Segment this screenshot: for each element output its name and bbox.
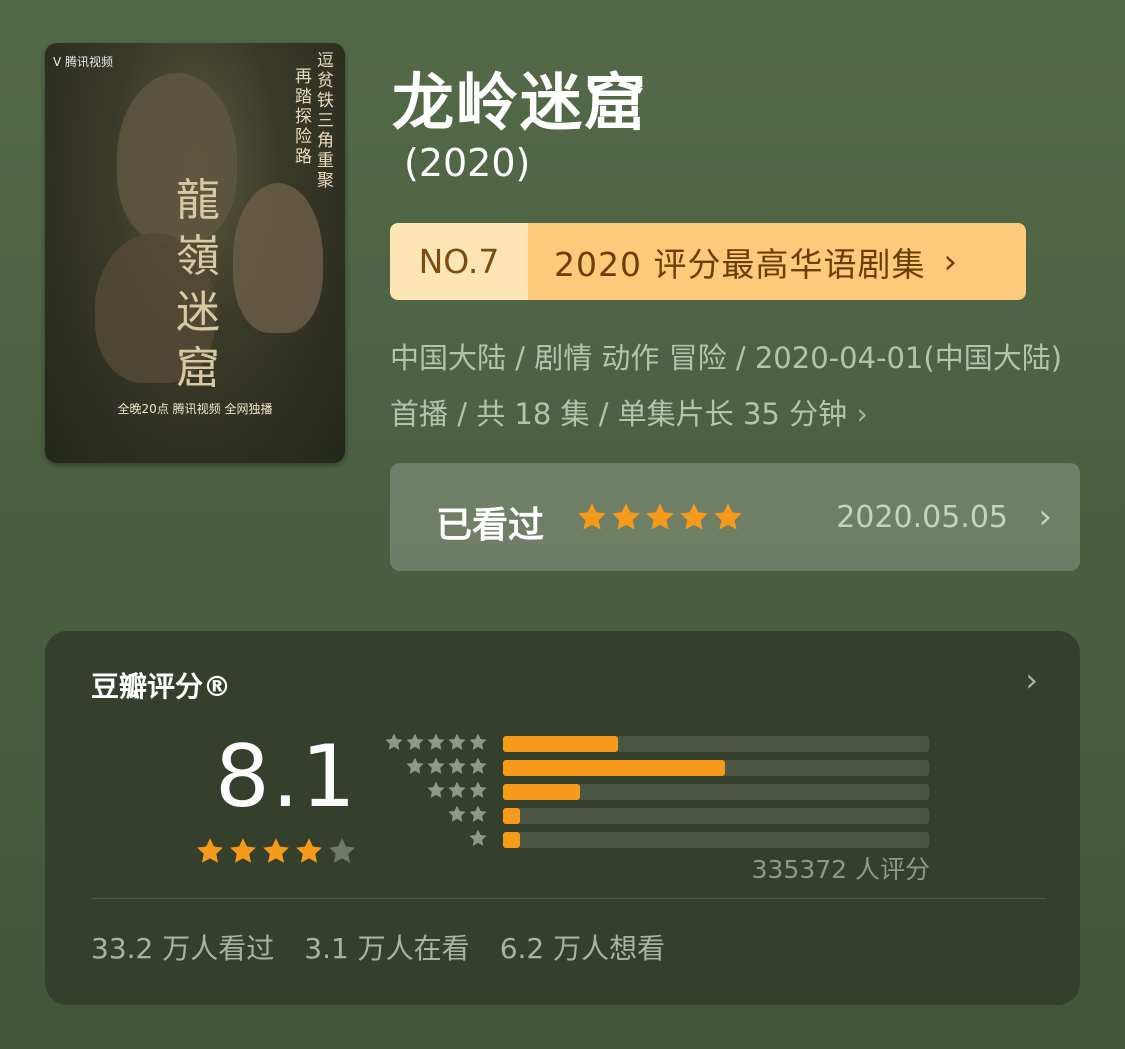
poster-image[interactable]: V 腾讯视频 龍嶺迷窟 逗贫铁三角重聚 再踏探险路 全晚20点 腾讯视频 全网独…: [45, 43, 345, 463]
star-icon: [469, 805, 487, 822]
ranking-banner[interactable]: NO.7 2020 评分最高华语剧集 ›: [390, 223, 1026, 300]
star-icon: [427, 733, 445, 750]
poster-caption: 全晚20点 腾讯视频 全网独播: [117, 402, 273, 416]
meta-info[interactable]: 中国大陆 / 剧情 动作 冒险 / 2020-04-01(中国大陆) 首播 / …: [390, 330, 1080, 442]
rating-stars: [195, 836, 357, 866]
star-icon: [469, 781, 487, 798]
star-icon: [448, 757, 466, 774]
chevron-right-icon: ›: [1038, 497, 1052, 537]
distribution-track: [503, 736, 929, 752]
distribution-row: [385, 805, 930, 825]
rating-count: 335372 人评分: [751, 855, 930, 884]
stat-watching: 3.1 万人在看: [304, 932, 470, 965]
distribution-row: [385, 757, 930, 777]
chevron-right-icon: ›: [943, 241, 959, 282]
ranking-label: 2020 评分最高华语剧集: [554, 244, 926, 284]
chevron-right-icon: ›: [856, 397, 868, 431]
star-icon: [329, 838, 355, 863]
distribution-track: [503, 832, 929, 848]
star-icon: [427, 757, 445, 774]
distribution-stars: [405, 756, 488, 776]
star-icon: [578, 503, 606, 530]
poster-vertical-text: 再踏探险路: [295, 67, 312, 167]
star-icon: [612, 503, 640, 530]
star-icon: [263, 838, 289, 863]
divider: [91, 898, 1046, 899]
distribution-track: [503, 808, 929, 824]
watched-date: 2020.05.05: [836, 500, 1008, 535]
distribution-bar: [503, 736, 619, 752]
rating-score: 8.1: [215, 727, 358, 827]
distribution-stars: [384, 732, 488, 752]
rating-header: 豆瓣评分®: [91, 670, 232, 703]
star-icon: [469, 757, 487, 774]
distribution-track: [503, 784, 929, 800]
distribution-row: [385, 829, 930, 849]
douban-rating-card[interactable]: 豆瓣评分® › 8.1 335372 人评分 33.2 万人看过 3.1 万人在…: [45, 631, 1080, 1005]
stats-row: 33.2 万人看过 3.1 万人在看 6.2 万人想看: [91, 927, 665, 967]
watched-status[interactable]: 已看过 2020.05.05 ›: [390, 463, 1080, 571]
distribution-track: [503, 760, 929, 776]
page-title: 龙岭迷窟: [392, 66, 649, 139]
star-icon: [427, 781, 445, 798]
distribution-bar: [503, 808, 521, 824]
ranking-number: NO.7: [390, 223, 528, 300]
distribution-row: [385, 781, 930, 801]
stat-want: 6.2 万人想看: [499, 932, 666, 965]
stat-watched: 33.2 万人看过: [91, 932, 275, 965]
poster-calligraphy: 龍嶺迷窟: [176, 175, 220, 394]
star-icon: [230, 838, 256, 863]
poster-logo: V 腾讯视频: [53, 55, 114, 69]
distribution-stars: [426, 780, 488, 800]
star-icon: [406, 733, 424, 750]
distribution-bar: [503, 760, 725, 776]
distribution-bar: [503, 784, 580, 800]
star-icon: [448, 805, 466, 822]
star-icon: [469, 733, 487, 750]
chevron-right-icon[interactable]: ›: [1025, 661, 1038, 699]
meta-text: 中国大陆 / 剧情 动作 冒险 / 2020-04-01(中国大陆) 首播 / …: [390, 341, 1063, 431]
star-icon: [469, 829, 487, 846]
star-icon: [646, 503, 674, 530]
star-icon: [385, 733, 403, 750]
ranking-label-wrap: 2020 评分最高华语剧集 ›: [528, 223, 1026, 300]
distribution-row: [385, 733, 930, 753]
watched-label: 已看过: [436, 505, 545, 546]
star-icon: [406, 757, 424, 774]
release-year: (2020): [404, 141, 531, 185]
poster-vertical-text: 逗贫铁三角重聚: [317, 51, 334, 191]
star-icon: [680, 503, 708, 530]
user-rating-stars: [576, 501, 744, 533]
poster-figure: [233, 183, 323, 333]
star-icon: [714, 503, 742, 530]
distribution-stars: [447, 804, 488, 824]
star-icon: [448, 781, 466, 798]
distribution-bar: [503, 832, 521, 848]
star-icon: [296, 838, 322, 863]
star-icon: [448, 733, 466, 750]
star-icon: [197, 838, 223, 863]
distribution-stars: [468, 828, 488, 848]
